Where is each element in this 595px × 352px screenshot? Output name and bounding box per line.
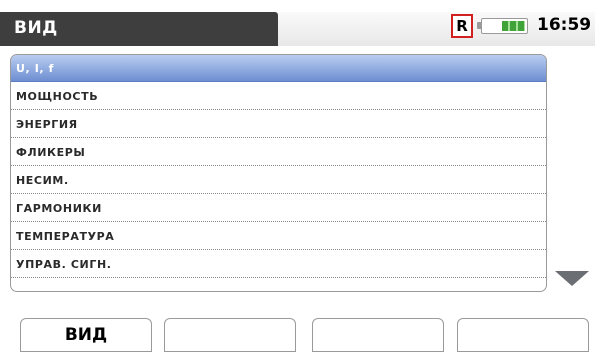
view-menu-list: U, I, f МОЩНОСТЬ ЭНЕРГИЯ ФЛИКЕРЫ НЕСИМ. … xyxy=(10,54,547,292)
menu-item-temperature[interactable]: ТЕМПЕРАТУРА xyxy=(11,223,546,250)
record-indicator: R xyxy=(451,14,473,38)
battery-level-fill xyxy=(502,21,525,31)
function-key-3[interactable] xyxy=(312,318,444,352)
function-key-4[interactable] xyxy=(457,318,589,352)
clock: 16:59 xyxy=(537,15,592,35)
menu-item-power[interactable]: МОЩНОСТЬ xyxy=(11,83,546,110)
menu-item-u-i-f[interactable]: U, I, f xyxy=(11,55,546,82)
menu-item-energy[interactable]: ЭНЕРГИЯ xyxy=(11,111,546,138)
scroll-down-icon[interactable] xyxy=(555,271,589,286)
screen-title: ВИД xyxy=(14,18,58,38)
menu-item-unbalance[interactable]: НЕСИМ. xyxy=(11,167,546,194)
battery-icon xyxy=(477,18,528,34)
function-key-view[interactable]: ВИД xyxy=(20,318,152,352)
title-bar: ВИД xyxy=(0,12,278,46)
menu-item-harmonics[interactable]: ГАРМОНИКИ xyxy=(11,195,546,222)
battery-shell xyxy=(481,18,528,34)
menu-item-signalling[interactable]: УПРАВ. СИГН. xyxy=(11,251,546,278)
menu-item-flicker[interactable]: ФЛИКЕРЫ xyxy=(11,139,546,166)
function-key-2[interactable] xyxy=(164,318,296,352)
